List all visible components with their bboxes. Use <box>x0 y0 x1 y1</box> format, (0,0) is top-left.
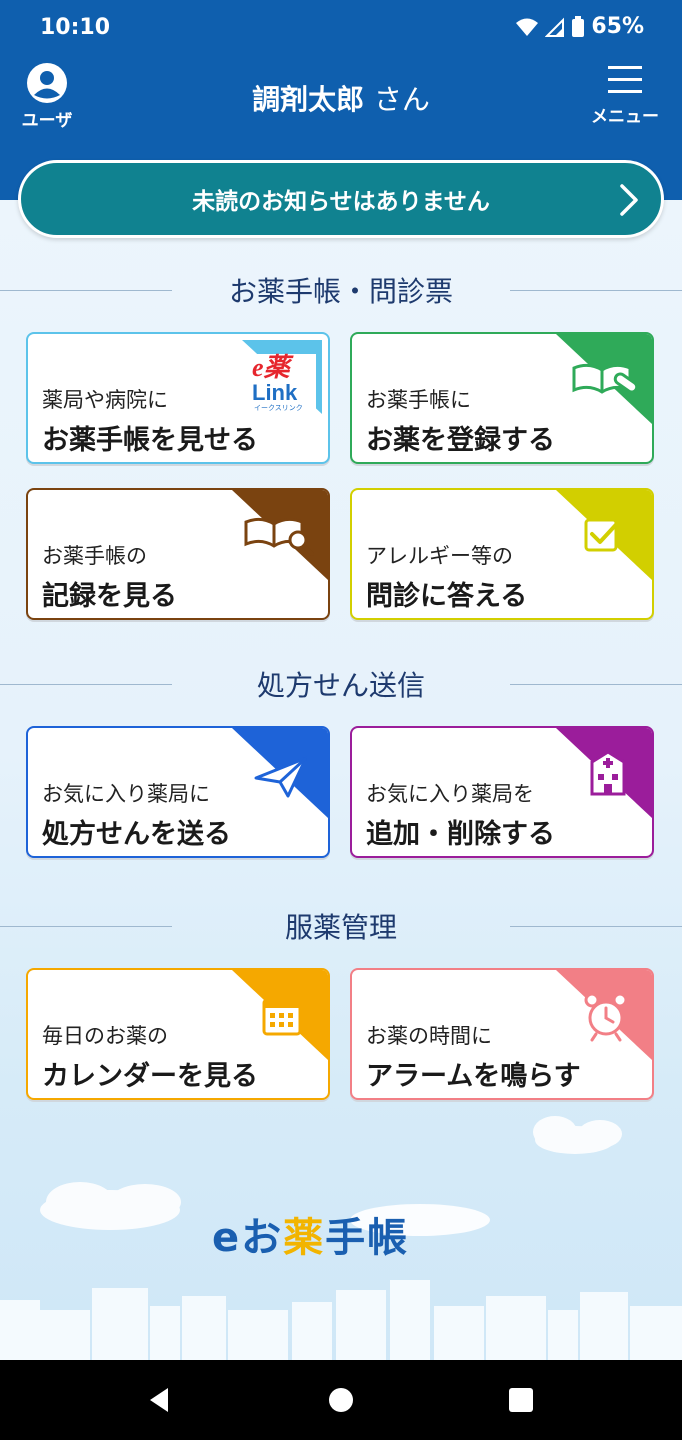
honorific: さん <box>373 83 430 116</box>
card-line1: 毎日のお薬の <box>42 1024 168 1048</box>
page-title: 調剤太郎 さん <box>0 78 682 118</box>
e-kusuri-link-icon: e薬 Link イークスリンク <box>242 340 322 414</box>
app-logo: eお薬手帳 <box>212 1205 409 1263</box>
app-screen: 10:10 65% ユーザ 調剤太郎 さん メニュー 未読のお知らせはありません… <box>0 0 682 1360</box>
card-line2: お薬手帳を見せる <box>42 425 258 456</box>
notice-text: 未読のお知らせはありません <box>192 189 490 215</box>
wifi-icon <box>516 18 539 36</box>
card-line2: カレンダーを見る <box>42 1061 258 1092</box>
card-line1: お気に入り薬局を <box>366 782 534 806</box>
ekusuri-badge-top: e薬 <box>252 353 295 382</box>
checkbox-icon <box>556 490 652 580</box>
status-time: 10:10 <box>40 15 111 40</box>
battery-icon <box>572 15 585 37</box>
username: 調剤太郎 <box>252 83 365 116</box>
card-line2: 問診に答える <box>366 581 528 612</box>
status-bar: 10:10 65% <box>0 0 682 56</box>
card-questionnaire[interactable]: アレルギー等の 問診に答える <box>350 488 654 620</box>
menu-button[interactable]: メニュー <box>582 64 668 136</box>
card-calendar[interactable]: 毎日のお薬の カレンダーを見る <box>26 968 330 1100</box>
logo-e: e <box>212 1215 242 1261</box>
pharmacy-building-icon <box>556 728 652 818</box>
logo-techo: 手帳 <box>325 1215 410 1261</box>
card-view-records[interactable]: お薬手帳の 記録を見る <box>26 488 330 620</box>
logo-kusuri: 薬 <box>283 1215 326 1261</box>
ekusuri-badge-sub: イークスリンク <box>254 404 303 412</box>
paper-plane-icon <box>232 728 328 818</box>
card-line2: お薬を登録する <box>366 425 555 456</box>
alarm-clock-icon <box>556 970 652 1060</box>
system-nav-bar <box>0 1360 682 1440</box>
card-line1: お気に入り薬局に <box>42 782 210 806</box>
section-title-medication: 服薬管理 <box>0 906 682 946</box>
card-send-prescription[interactable]: お気に入り薬局に 処方せんを送る <box>26 726 330 858</box>
book-search-icon <box>232 490 328 580</box>
ekusuri-badge-bottom: Link <box>252 380 298 405</box>
logo-o: お <box>241 1215 284 1261</box>
card-line1: 薬局や病院に <box>42 388 168 412</box>
notice-bar[interactable]: 未読のお知らせはありません <box>18 160 664 238</box>
chevron-right-icon <box>620 184 638 216</box>
card-line2: アラームを鳴らす <box>366 1061 581 1092</box>
section-title-notebook: お薬手帳・問診票 <box>0 270 682 310</box>
card-line2: 処方せんを送る <box>42 819 231 850</box>
card-line1: お薬手帳の <box>42 544 147 568</box>
status-icons: 65% <box>515 14 644 39</box>
card-line2: 記録を見る <box>42 581 177 612</box>
battery-percent: 65% <box>591 14 644 39</box>
signal-icon <box>545 17 565 37</box>
recents-icon[interactable] <box>508 1387 534 1413</box>
book-pill-icon <box>556 334 652 424</box>
card-register-medicine[interactable]: お薬手帳に お薬を登録する <box>350 332 654 464</box>
card-alarm[interactable]: お薬の時間に アラームを鳴らす <box>350 968 654 1100</box>
menu-label: メニュー <box>591 107 659 127</box>
card-show-notebook[interactable]: e薬 Link イークスリンク 薬局や病院に お薬手帳を見せる <box>26 332 330 464</box>
back-icon[interactable] <box>144 1385 174 1415</box>
hamburger-icon <box>608 66 642 93</box>
calendar-icon <box>232 970 328 1060</box>
card-line1: お薬の時間に <box>366 1024 492 1048</box>
home-icon[interactable] <box>328 1387 354 1413</box>
card-line2: 追加・削除する <box>366 819 555 850</box>
card-manage-favorites[interactable]: お気に入り薬局を 追加・削除する <box>350 726 654 858</box>
card-line1: お薬手帳に <box>366 388 471 412</box>
card-line1: アレルギー等の <box>366 544 513 568</box>
section-title-prescription: 処方せん送信 <box>0 664 682 704</box>
